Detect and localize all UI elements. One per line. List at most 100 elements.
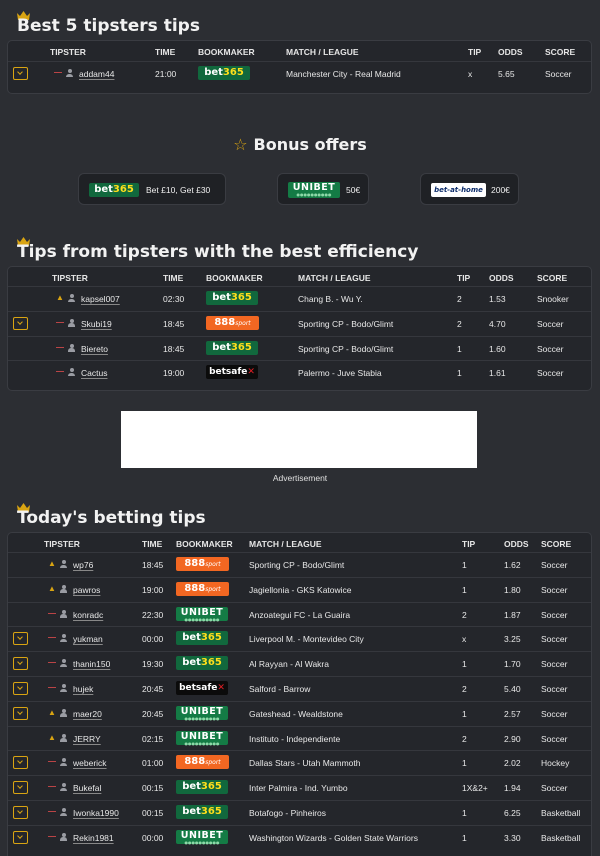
user-icon bbox=[60, 634, 67, 643]
tip-value: 2 bbox=[457, 294, 462, 304]
bet365-logo[interactable]: bet365 bbox=[198, 66, 250, 80]
table-row[interactable]: — Bukefal 00:15 bet365 Inter Palmira - Ind. … bbox=[8, 775, 591, 799]
table-row[interactable]: ▲ kapsel007 02:30 bet365 Chang B. - Wu Y. 2 1.… bbox=[8, 286, 591, 310]
expand-toggle-icon[interactable] bbox=[13, 806, 28, 819]
tipster-link[interactable]: JERRY bbox=[73, 734, 101, 744]
bet365-logo[interactable]: bet365 bbox=[176, 656, 228, 671]
trend-down-icon: — bbox=[54, 68, 62, 77]
888sport-logo[interactable]: 888sport bbox=[176, 581, 229, 596]
table-row[interactable]: — hujek 20:45 betsafe✕ Salford - Barrow 2 5.40… bbox=[8, 676, 591, 700]
table-row[interactable]: ▲ maer20 20:45 UNIBET ●●●●●●●●●● Gateshead - … bbox=[8, 700, 591, 725]
odds-value: 2.90 bbox=[504, 733, 521, 744]
header-match: MATCH / LEAGUE bbox=[298, 273, 371, 283]
user-icon bbox=[68, 368, 75, 377]
unibet-logo[interactable]: UNIBET ●●●●●●●●●● bbox=[176, 829, 228, 844]
table-row[interactable]: — Iwonka1990 00:15 bet365 Botafogo - Pinheir… bbox=[8, 800, 591, 824]
tipster-link[interactable]: konradc bbox=[73, 610, 103, 620]
bonus-offer-bet-at-home[interactable]: bet-at-home 200€ bbox=[420, 173, 519, 205]
tipster-link[interactable]: Skubi19 bbox=[81, 319, 112, 329]
unibet-logo[interactable]: UNIBET ●●●●●●●●●● bbox=[176, 606, 228, 621]
advertisement-banner[interactable] bbox=[121, 411, 477, 468]
today-title: Today's betting tips bbox=[17, 508, 206, 528]
expand-toggle-icon[interactable] bbox=[13, 316, 28, 330]
888sport-logo[interactable]: 888sport bbox=[176, 755, 229, 770]
expand-toggle-icon[interactable] bbox=[13, 67, 28, 80]
match-time: 18:45 bbox=[163, 318, 185, 329]
trend-down-icon: — bbox=[48, 658, 56, 668]
trend-up-icon: ▲ bbox=[48, 583, 56, 593]
tipster-link[interactable]: Iwonka1990 bbox=[73, 808, 119, 818]
tipster-link[interactable]: maer20 bbox=[73, 709, 102, 719]
expand-toggle-icon[interactable] bbox=[13, 706, 28, 720]
tipster-link[interactable]: Cactus bbox=[81, 368, 107, 378]
odds-value: 3.30 bbox=[504, 832, 521, 843]
tipster-link[interactable]: kapsel007 bbox=[81, 294, 120, 304]
table-row[interactable]: — konradc 22:30 UNIBET ●●●●●●●●●● Anzoategui … bbox=[8, 601, 591, 626]
expand-toggle-icon[interactable] bbox=[13, 657, 28, 671]
tipster-link[interactable]: yukman bbox=[73, 634, 103, 644]
tipster-link[interactable]: pawros bbox=[73, 585, 100, 595]
bet365-logo[interactable]: bet365 bbox=[176, 780, 228, 795]
table-row[interactable]: — Biereto 18:45 bet365 Sporting CP - Bodo/Gl… bbox=[8, 335, 591, 360]
tipster-link[interactable]: hujek bbox=[73, 684, 93, 694]
sport-value: Soccer bbox=[541, 684, 568, 694]
bonus-offer-bet365[interactable]: bet365 Bet £10, Get £30 bbox=[78, 173, 226, 205]
sport-value: Snooker bbox=[537, 294, 569, 304]
user-icon bbox=[60, 609, 67, 619]
table-row[interactable]: ▲ wp76 18:45 888sport Sporting CP - Bodo/Gli… bbox=[8, 552, 591, 576]
tipster-link[interactable]: weberick bbox=[73, 758, 107, 768]
tipster-link[interactable]: wp76 bbox=[73, 560, 93, 570]
888sport-logo[interactable]: 888sport bbox=[206, 315, 259, 330]
table-row[interactable]: — addam44 21:00 bet365 Manchester City - Rea… bbox=[8, 61, 591, 85]
table-row[interactable]: — yukman 00:00 bet365 Liverpool M. - Montevi… bbox=[8, 626, 591, 650]
bet365-logo[interactable]: bet365 bbox=[206, 291, 258, 305]
tipster-link[interactable]: Bukefal bbox=[73, 783, 101, 793]
tip-value: 1 bbox=[457, 343, 462, 354]
header-match: MATCH / LEAGUE bbox=[249, 539, 322, 549]
trend-down-icon: — bbox=[56, 317, 64, 327]
bet365-logo: bet365 bbox=[89, 183, 139, 197]
match-time: 22:30 bbox=[142, 609, 164, 620]
header-tip: TIP bbox=[457, 273, 471, 283]
expand-toggle-icon[interactable] bbox=[13, 756, 28, 770]
sport-value: Soccer bbox=[541, 584, 568, 595]
odds-value: 2.02 bbox=[504, 758, 521, 769]
tip-value: 1 bbox=[457, 368, 462, 379]
table-row[interactable]: ▲ JERRY 02:15 UNIBET ●●●●●●●●●● Instituto - I… bbox=[8, 725, 591, 750]
match-time: 00:15 bbox=[142, 783, 164, 794]
table-row[interactable]: ▲ pawros 19:00 888sport Jagiellonia - GKS Ka… bbox=[8, 576, 591, 601]
table-row[interactable]: — Skubi19 18:45 888sport Sporting CP - Bodo/… bbox=[8, 310, 591, 335]
table-row[interactable]: — Rekin1981 00:00 UNIBET ●●●●●●●●●● Washingto… bbox=[8, 824, 591, 849]
bet365-logo[interactable]: bet365 bbox=[176, 805, 228, 819]
bonus-offer-unibet[interactable]: UNIBET ●●●●●●●●●● 50€ bbox=[277, 173, 369, 205]
tipster-link[interactable]: thanin150 bbox=[73, 659, 110, 669]
tip-value: 1 bbox=[462, 808, 467, 818]
table-row[interactable]: — weberick 01:00 888sport Dallas Stars - Uta… bbox=[8, 750, 591, 774]
user-icon bbox=[68, 343, 75, 353]
bet-at-home-logo: bet-at-home bbox=[431, 183, 486, 197]
expand-toggle-icon[interactable] bbox=[13, 632, 28, 646]
table-row[interactable]: — thanin150 19:30 bet365 Al Rayyan - Al Wakr… bbox=[8, 651, 591, 675]
unibet-logo: UNIBET ●●●●●●●●●● bbox=[288, 182, 340, 198]
tip-value: 1 bbox=[462, 584, 467, 595]
header-time: TIME bbox=[163, 273, 184, 283]
today-table: TIPSTER TIME BOOKMAKER MATCH / LEAGUE TI… bbox=[7, 532, 592, 856]
unibet-logo[interactable]: UNIBET ●●●●●●●●●● bbox=[176, 730, 228, 745]
tipster-link[interactable]: Biereto bbox=[81, 344, 108, 354]
star-icon: ☆ bbox=[233, 135, 248, 154]
efficiency-title: Tips from tipsters with the best efficie… bbox=[17, 242, 419, 262]
expand-toggle-icon[interactable] bbox=[13, 830, 28, 844]
888sport-logo[interactable]: 888sport bbox=[176, 557, 229, 571]
bet365-logo[interactable]: bet365 bbox=[176, 631, 228, 646]
expand-toggle-icon[interactable] bbox=[13, 781, 28, 795]
table-header: TIPSTER TIME BOOKMAKER MATCH / LEAGUE TI… bbox=[8, 536, 591, 552]
betsafe-logo[interactable]: betsafe✕ bbox=[206, 365, 258, 380]
table-row[interactable]: — Cactus 19:00 betsafe✕ Palermo - Juve Stabi… bbox=[8, 360, 591, 384]
expand-toggle-icon[interactable] bbox=[13, 682, 28, 695]
tipster-link[interactable]: Rekin1981 bbox=[73, 833, 114, 843]
unibet-logo[interactable]: UNIBET ●●●●●●●●●● bbox=[176, 705, 228, 720]
tipster-link[interactable]: addam44 bbox=[79, 69, 114, 79]
betsafe-logo[interactable]: betsafe✕ bbox=[176, 681, 228, 695]
bet365-logo[interactable]: bet365 bbox=[206, 340, 258, 355]
odds-value: 1.62 bbox=[504, 560, 521, 570]
